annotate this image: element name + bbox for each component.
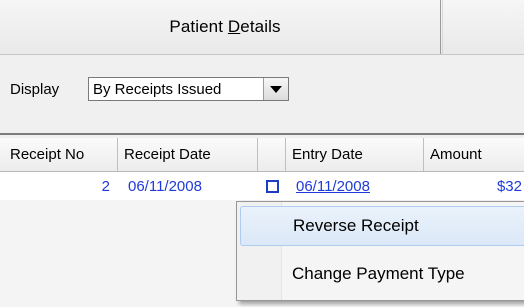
header-bar: Patient Details [0,0,524,55]
context-menu: Reverse Receipt Change Payment Type [236,201,524,301]
entry-date-cell[interactable]: 06/11/2008 [286,172,424,200]
display-dropdown-button[interactable] [263,78,288,100]
receipt-no-cell: 2 [101,177,110,195]
column-header-amount[interactable]: Amount [424,138,524,171]
column-header-entry-date[interactable]: Entry Date [286,138,424,171]
table-row[interactable]: 2 06/11/2008 06/11/2008 $32 [0,172,524,200]
page-title: Patient Details [169,17,281,36]
row-checkbox[interactable] [265,179,279,193]
amount-cell: $32 [496,177,522,195]
chevron-down-icon [270,85,282,93]
display-select[interactable]: By Receipts Issued [88,77,289,101]
display-select-value: By Receipts Issued [93,81,222,98]
tab-patient-details[interactable]: Patient Details [10,0,441,54]
menu-item-reverse-receipt[interactable]: Reverse Receipt [240,206,524,246]
column-header-receipt-date[interactable]: Receipt Date [118,138,258,171]
row-checkbox-cell [258,172,286,200]
display-label: Display [10,81,60,98]
column-header-checkbox[interactable] [258,138,286,171]
column-header-receipt-no[interactable]: Receipt No [0,138,118,171]
menu-item-change-payment-type[interactable]: Change Payment Type [240,254,524,294]
grid-divider [0,133,524,135]
receipt-date-cell: 06/11/2008 [128,177,202,195]
grid-header: Receipt No Receipt Date Entry Date Amoun… [0,138,524,172]
header-empty-tab [442,0,524,54]
